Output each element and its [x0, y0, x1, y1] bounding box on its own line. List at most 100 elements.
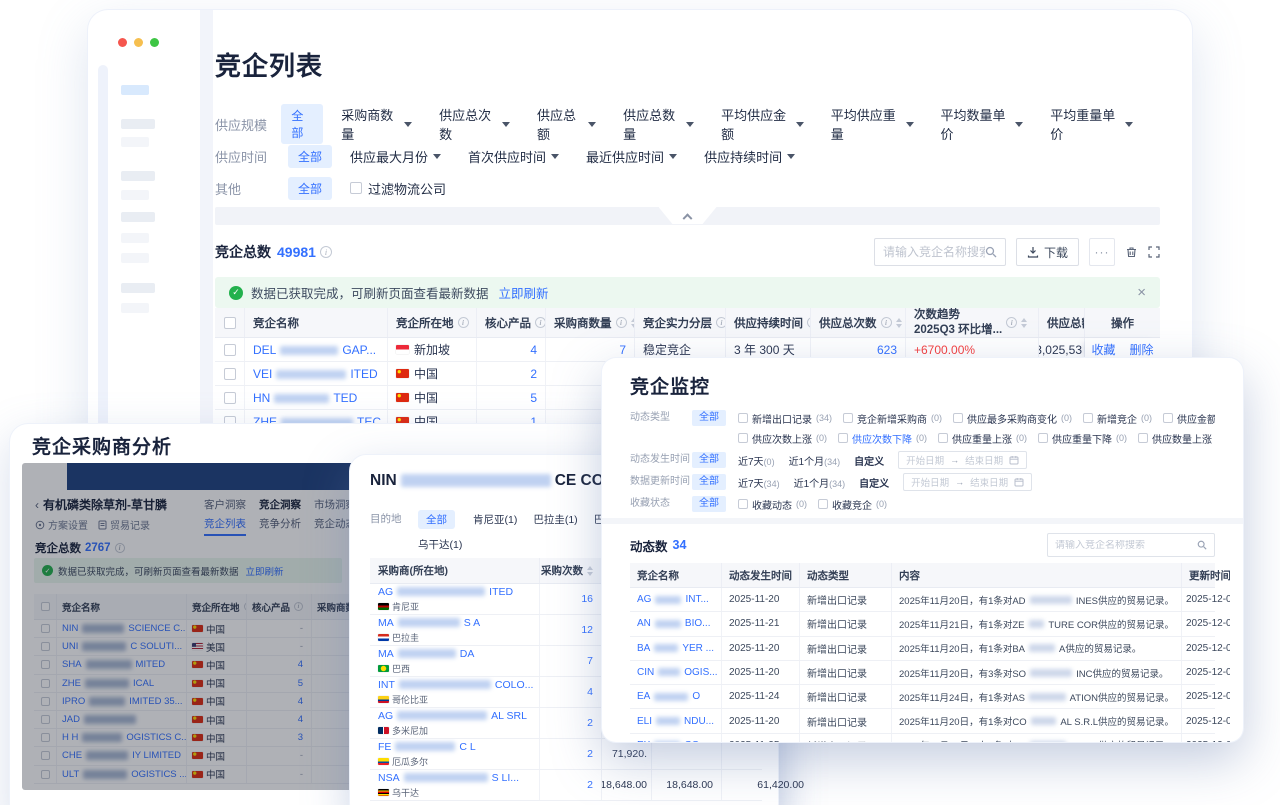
destination-option[interactable]: 肯尼亚(1): [473, 512, 517, 527]
filter-dropdown[interactable]: 平均供应金额: [721, 105, 804, 143]
checkbox[interactable]: [224, 317, 236, 329]
purchase-times[interactable]: 2: [540, 708, 602, 738]
banner-close-icon[interactable]: ×: [1137, 284, 1146, 301]
search-icon[interactable]: [985, 246, 997, 258]
core-product-count[interactable]: 5: [477, 386, 546, 409]
fullscreen-icon[interactable]: [1148, 246, 1160, 258]
table-row[interactable]: EAO2025-11-24新增出口记录2025年11月24日，有1条对ASATI…: [630, 685, 1215, 709]
date-range-input[interactable]: 开始日期→结束日期: [898, 451, 1027, 469]
company-name-link[interactable]: DELGAP...: [253, 343, 376, 357]
purchaser-name-link[interactable]: FEC L: [378, 741, 476, 753]
type-filter-checkbox[interactable]: 供应次数上涨(0): [738, 431, 827, 446]
type-filter-checkbox[interactable]: 供应金额上涨(0): [1163, 411, 1215, 426]
checkbox[interactable]: [224, 392, 236, 404]
type-filter-checkbox[interactable]: 新增出口记录(34): [738, 411, 832, 426]
purchase-times[interactable]: 16: [540, 584, 602, 614]
purchase-times[interactable]: 2: [540, 770, 602, 800]
download-button[interactable]: 下载: [1016, 238, 1079, 266]
purchaser-name-link[interactable]: NSAS LI...: [378, 772, 519, 784]
table-row[interactable]: ELINDU...2025-11-20新增出口记录2025年11月20日，有1条…: [630, 709, 1215, 733]
table-row[interactable]: BAYER ...2025-11-20新增出口记录2025年11月20日，有1条…: [630, 637, 1215, 661]
filter-chip-all[interactable]: 全部: [692, 410, 726, 426]
type-filter-checkbox[interactable]: 供应重量上涨(0): [938, 431, 1027, 446]
destination-option[interactable]: 巴拉圭(1): [533, 512, 577, 527]
filter-dropdown[interactable]: 平均重量单价: [1050, 105, 1133, 143]
checkbox[interactable]: [224, 368, 236, 380]
filter-collapse-bar[interactable]: [215, 207, 1160, 225]
destination-chip-all[interactable]: 全部: [418, 510, 455, 529]
filter-chip-all[interactable]: 全部: [692, 452, 726, 468]
filter-dropdown[interactable]: 供应总数量: [623, 105, 694, 143]
filter-dropdown[interactable]: 平均供应重量: [831, 105, 914, 143]
sort-icon[interactable]: [1021, 318, 1027, 328]
filter-dropdown[interactable]: 供应最大月份: [350, 147, 441, 166]
custom-range-label[interactable]: 自定义: [854, 453, 884, 468]
quick-range-option[interactable]: 近7天(0): [738, 453, 775, 468]
checkbox[interactable]: [350, 182, 362, 194]
sort-icon[interactable]: [587, 566, 593, 576]
purchaser-name-link[interactable]: MAS A: [378, 617, 480, 629]
company-name-link[interactable]: BAYER ...: [637, 643, 714, 654]
company-name-link[interactable]: EXCO...: [637, 740, 708, 742]
checkbox[interactable]: [224, 344, 236, 356]
company-name-link[interactable]: ANBIO...: [637, 618, 710, 629]
type-filter-checkbox[interactable]: 供应次数下降(0): [838, 431, 927, 446]
favorite-link[interactable]: 收藏: [1091, 341, 1115, 358]
company-name-link[interactable]: HNTED: [253, 391, 357, 405]
zoom-window-button[interactable]: [150, 38, 159, 47]
type-filter-checkbox[interactable]: 新增竞企(0): [1083, 411, 1152, 426]
filter-dropdown[interactable]: 采购商数量: [341, 105, 412, 143]
purchaser-name-link[interactable]: INTCOLO...: [378, 679, 533, 691]
table-row[interactable]: FEC L厄瓜多尔271,920.: [370, 739, 762, 770]
date-range-input[interactable]: 开始日期→结束日期: [903, 473, 1032, 491]
monitor-search-input[interactable]: [1055, 540, 1197, 551]
destination-option[interactable]: 乌干达(1): [418, 537, 462, 552]
sort-icon[interactable]: [896, 318, 902, 328]
trash-icon[interactable]: [1125, 246, 1138, 259]
company-search-input[interactable]: [883, 245, 985, 259]
company-name-link[interactable]: ELINDU...: [637, 716, 714, 727]
table-row[interactable]: ANBIO...2025-11-21新增出口记录2025年11月21日，有1条对…: [630, 612, 1215, 636]
filter-dropdown[interactable]: 首次供应时间: [468, 147, 559, 166]
type-filter-checkbox[interactable]: 供应最多采购商变化(0): [953, 411, 1072, 426]
minimize-window-button[interactable]: [134, 38, 143, 47]
filter-chip-all[interactable]: 全部: [692, 496, 726, 512]
quick-range-option[interactable]: 近7天(34): [738, 475, 780, 490]
table-row[interactable]: EXCO...2025-11-25新增出口记录2025年11月25日，有1条对R…: [630, 734, 1215, 742]
filter-dropdown[interactable]: 供应总次数: [439, 105, 510, 143]
refresh-now-link[interactable]: 立即刷新: [499, 283, 549, 302]
type-filter-checkbox[interactable]: 收藏竞企(0): [818, 497, 887, 512]
core-product-count[interactable]: 2: [477, 362, 546, 385]
purchase-times[interactable]: 4: [540, 677, 602, 707]
purchaser-name-link[interactable]: AGAL SRL: [378, 710, 527, 722]
filter-chip-all[interactable]: 全部: [288, 177, 332, 200]
table-row[interactable]: CINOGIS...2025-11-20新增出口记录2025年11月20日，有3…: [630, 661, 1215, 685]
type-filter-checkbox[interactable]: 收藏动态(0): [738, 497, 807, 512]
filter-chip-all[interactable]: 全部: [281, 104, 323, 144]
purchaser-name-link[interactable]: AGITED: [378, 586, 513, 598]
filter-chip-all[interactable]: 全部: [692, 474, 726, 490]
delete-link[interactable]: 删除: [1130, 341, 1154, 358]
purchase-times[interactable]: 2: [540, 739, 602, 769]
core-product-count[interactable]: 4: [477, 338, 546, 361]
custom-range-label[interactable]: 自定义: [859, 475, 889, 490]
quick-range-option[interactable]: 近1个月(34): [789, 453, 841, 468]
company-name-link[interactable]: EAO: [637, 691, 700, 702]
company-name-link[interactable]: CINOGIS...: [637, 667, 718, 678]
filter-chip-all[interactable]: 全部: [288, 145, 332, 168]
filter-dropdown[interactable]: 供应持续时间: [704, 147, 795, 166]
filter-dropdown[interactable]: 最近供应时间: [586, 147, 677, 166]
table-row[interactable]: AGINT...2025-11-20新增出口记录2025年11月20日，有1条对…: [630, 588, 1215, 612]
purchaser-name-link[interactable]: MADA: [378, 648, 474, 660]
purchase-times[interactable]: 7: [540, 646, 602, 676]
filter-dropdown[interactable]: 供应总额: [537, 105, 596, 143]
collapse-notch[interactable]: [659, 207, 717, 224]
filter-checkbox[interactable]: 过滤物流公司: [350, 179, 446, 198]
purchase-times[interactable]: 12: [540, 615, 602, 645]
close-window-button[interactable]: [118, 38, 127, 47]
type-filter-checkbox[interactable]: 竞企新增采购商(0): [843, 411, 942, 426]
company-name-link[interactable]: VEIITED: [253, 367, 378, 381]
company-name-link[interactable]: AGINT...: [637, 594, 709, 605]
filter-dropdown[interactable]: 平均数量单价: [941, 105, 1024, 143]
quick-range-option[interactable]: 近1个月(34): [794, 475, 846, 490]
